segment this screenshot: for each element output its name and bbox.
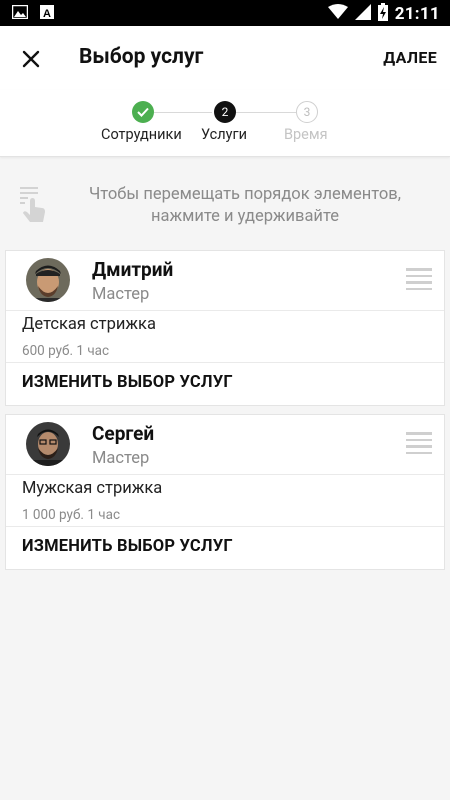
next-button[interactable]: ДАЛЕЕ — [383, 48, 437, 67]
tap-hold-icon — [16, 185, 48, 229]
employee-name: Дмитрий — [92, 258, 174, 281]
signal-icon — [354, 4, 371, 24]
step-label-services: Услуги — [201, 126, 247, 143]
toolbar: Выбор услуг ДАЛЕЕ — [0, 26, 450, 90]
change-services-button[interactable]: ИЗМЕНИТЬ ВЫБОР УСЛУГ — [6, 527, 444, 569]
avatar — [26, 422, 70, 466]
card-header: Дмитрий Мастер — [6, 251, 444, 311]
reorder-hint-text: Чтобы перемещать порядок элементов, нажм… — [89, 185, 401, 226]
font-icon: A — [40, 5, 54, 19]
step-2-number: 2 — [214, 101, 236, 123]
change-services-label: ИЗМЕНИТЬ ВЫБОР УСЛУГ — [22, 537, 233, 556]
step-1-check-icon — [132, 101, 154, 123]
svg-text:A: A — [43, 8, 51, 19]
service-price-duration: 1 000 руб. 1 час — [22, 507, 121, 523]
change-services-button[interactable]: ИЗМЕНИТЬ ВЫБОР УСЛУГ — [6, 363, 444, 405]
step-label-time: Время — [284, 126, 328, 143]
close-icon — [22, 50, 40, 68]
employee-name: Сергей — [92, 422, 155, 445]
status-bar-notifications: A — [12, 5, 54, 19]
step-label-employees: Сотрудники — [101, 126, 182, 143]
stepper: Сотрудники 2 Услуги 3 Время — [0, 90, 450, 157]
avatar — [26, 258, 70, 302]
step-connector — [236, 112, 296, 113]
card-header: Сергей Мастер — [6, 415, 444, 475]
employee-role: Мастер — [92, 449, 150, 468]
status-bar: A 21:11 — [0, 0, 450, 26]
service-info: Детская стрижка 600 руб. 1 час — [6, 311, 444, 363]
drag-handle-icon[interactable] — [406, 432, 432, 454]
service-price-duration: 600 руб. 1 час — [22, 343, 110, 359]
step-3-number: 3 — [296, 101, 318, 123]
employee-card[interactable]: Сергей Мастер Мужская стрижка 1 000 руб.… — [5, 414, 445, 570]
change-services-label: ИЗМЕНИТЬ ВЫБОР УСЛУГ — [22, 373, 233, 392]
service-name: Мужская стрижка — [22, 479, 163, 498]
page-title: Выбор услуг — [79, 45, 204, 69]
service-name: Детская стрижка — [22, 315, 156, 334]
step-connector — [154, 112, 212, 113]
wifi-icon — [327, 4, 348, 24]
employee-role: Мастер — [92, 285, 150, 304]
drag-handle-icon[interactable] — [406, 268, 432, 290]
service-info: Мужская стрижка 1 000 руб. 1 час — [6, 475, 444, 527]
battery-icon — [377, 3, 388, 25]
employee-card[interactable]: Дмитрий Мастер Детская стрижка 600 руб. … — [5, 250, 445, 406]
status-bar-system: 21:11 — [327, 3, 440, 25]
image-icon — [12, 5, 28, 19]
status-time: 21:11 — [394, 4, 440, 24]
reorder-hint: Чтобы перемещать порядок элементов, нажм… — [0, 170, 450, 240]
close-button[interactable] — [16, 44, 46, 74]
